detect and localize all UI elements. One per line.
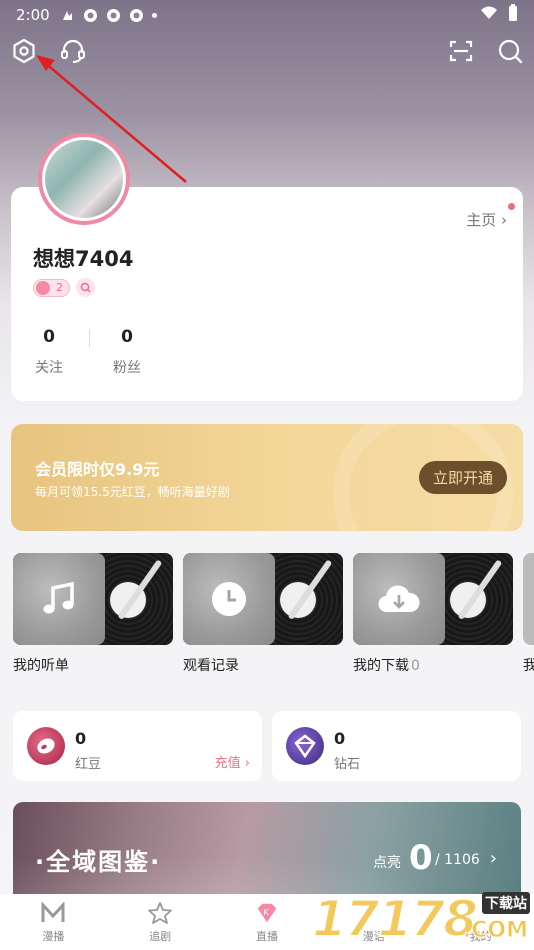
clock-icon — [183, 553, 275, 645]
download-cloud-icon — [353, 553, 445, 645]
svg-text:K: K — [263, 906, 269, 916]
avatar[interactable] — [38, 133, 130, 225]
diamond-label: 钻石 — [334, 757, 361, 772]
tab-label: 我的 — [469, 929, 492, 943]
music-note-icon — [13, 553, 105, 645]
record-item-partial[interactable]: 我 — [523, 553, 534, 673]
collection-total: / 1106 — [435, 852, 480, 868]
profile-icon — [468, 901, 494, 925]
tab-drama[interactable]: 追剧 — [107, 894, 214, 950]
status-notification-icons — [60, 8, 157, 23]
level-face-icon — [36, 280, 50, 295]
tab-label: 直播 — [255, 929, 278, 943]
collection-lit-count: 0 — [409, 838, 433, 878]
wifi-icon — [480, 6, 498, 24]
tab-mine[interactable]: 我的 — [427, 894, 534, 950]
chevron-right-icon: › — [489, 848, 497, 869]
status-system-icons — [480, 4, 518, 26]
red-bean-value: 0 — [75, 729, 87, 748]
battery-icon — [508, 4, 518, 26]
tab-label: 漫语 — [362, 929, 385, 943]
homepage-link[interactable]: 主页 › — [466, 209, 507, 230]
records-row: 我的听单 观看记录 我的下载 0 我 — [13, 553, 534, 673]
notification-dot — [508, 203, 515, 210]
level-badge[interactable]: 2 — [33, 278, 70, 297]
user-badges: 2 — [33, 278, 95, 297]
status-bar: 2:00 — [0, 0, 534, 30]
bottom-tab-bar: 漫播 追剧 K 直播 漫语 我的 — [0, 894, 534, 950]
vip-banner[interactable]: 会员限时仅9.9元 每月可领15.5元红豆，畅听海量好剧 立即开通 — [11, 424, 523, 531]
red-bean-icon — [27, 727, 65, 765]
star-icon — [147, 901, 173, 925]
download-count: 0 — [411, 658, 420, 673]
notification-icon — [60, 8, 75, 23]
top-bar — [0, 36, 534, 70]
avatar-image — [45, 140, 123, 218]
collection-lit-label: 点亮 — [373, 855, 401, 871]
record-label: 我的听单 — [13, 658, 69, 673]
tab-label: 漫播 — [42, 929, 65, 943]
collection-title: ·全域图鉴· — [35, 848, 162, 876]
tab-manbo[interactable]: 漫播 — [0, 894, 107, 950]
diamond-k-icon: K — [254, 901, 280, 925]
stat-divider — [89, 329, 90, 347]
diamond-card[interactable]: 0 钻石 — [272, 711, 521, 781]
diamond-value: 0 — [334, 729, 346, 748]
record-label: 我的下载 — [353, 658, 409, 673]
red-bean-label: 红豆 — [75, 757, 102, 772]
more-notifications-dot — [151, 12, 157, 18]
record-cover — [523, 553, 534, 645]
red-bean-card[interactable]: 0 红豆 充值 › — [13, 711, 262, 781]
app-notification-icon — [83, 8, 98, 23]
tab-live[interactable]: K 直播 — [214, 894, 321, 950]
vip-title: 会员限时仅9.9元 — [35, 460, 160, 479]
followers-label: 粉丝 — [113, 360, 141, 376]
record-cover — [353, 553, 513, 645]
record-item-playlist[interactable]: 我的听单 — [13, 553, 173, 673]
record-cover — [13, 553, 173, 645]
vip-open-button[interactable]: 立即开通 — [419, 461, 507, 494]
search-icon[interactable] — [495, 36, 525, 66]
record-item-downloads[interactable]: 我的下载 0 — [353, 553, 513, 673]
app-notification-icon — [106, 8, 121, 23]
record-item-history[interactable]: 观看记录 — [183, 553, 343, 673]
manbo-logo-icon — [40, 901, 66, 925]
badge-search-icon[interactable] — [76, 278, 95, 297]
followers-stat[interactable]: 0 粉丝 — [107, 327, 147, 377]
headset-icon[interactable] — [58, 36, 88, 66]
status-time: 2:00 — [16, 6, 50, 24]
record-cover — [183, 553, 343, 645]
followers-count: 0 — [121, 327, 133, 347]
app-notification-icon — [129, 8, 144, 23]
scan-icon[interactable] — [446, 36, 476, 66]
tab-manyu[interactable]: 漫语 — [320, 894, 427, 950]
record-label: 观看记录 — [183, 658, 239, 673]
following-label: 关注 — [35, 360, 63, 376]
tab-label: 追剧 — [149, 929, 172, 943]
recharge-link[interactable]: 充值 › — [215, 752, 250, 771]
following-count: 0 — [43, 327, 55, 347]
level-value: 2 — [56, 281, 63, 294]
following-stat[interactable]: 0 关注 — [29, 327, 69, 377]
record-label: 我 — [523, 658, 534, 673]
gear-icon[interactable] — [9, 36, 39, 66]
vip-subtitle: 每月可领15.5元红豆，畅听海量好剧 — [35, 485, 230, 499]
username: 想想7404 — [33, 247, 134, 271]
chat-icon — [361, 901, 387, 925]
diamond-icon — [286, 727, 324, 765]
